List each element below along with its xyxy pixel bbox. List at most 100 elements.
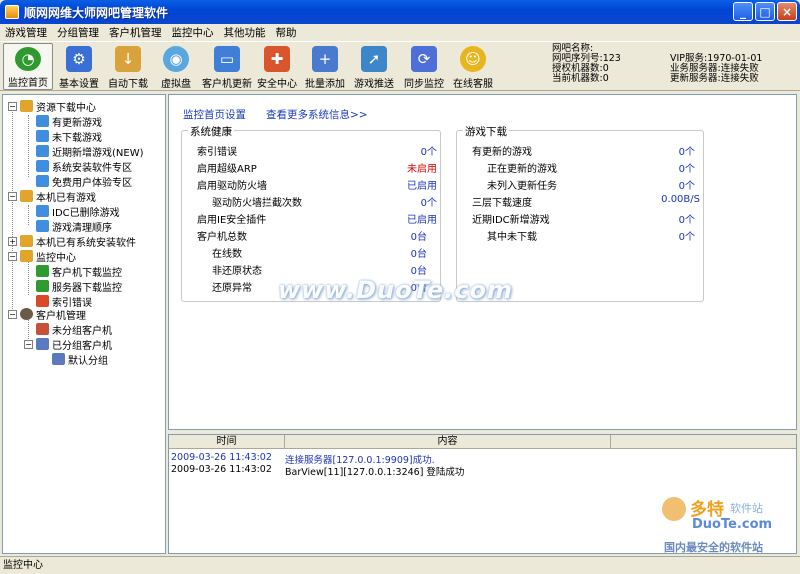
- minimize-button[interactable]: _: [733, 2, 753, 21]
- tree-free-trial[interactable]: 免费用户体验专区: [36, 174, 132, 189]
- gear-icon: ⚙: [66, 46, 92, 72]
- status-bar: 监控中心: [0, 556, 800, 574]
- log-header: 时间 内容: [169, 435, 796, 449]
- menu-other-functions[interactable]: 其他功能: [219, 25, 271, 40]
- download-row: 正在更新的游戏 0个: [487, 164, 695, 175]
- auto-download-button[interactable]: ↓ 自动下载: [105, 43, 151, 90]
- software-icon: [36, 160, 49, 172]
- download-row: 有更新的游戏 0个: [472, 147, 695, 158]
- add-icon: +: [312, 46, 338, 72]
- monitor-home-button[interactable]: ◔ 监控首页: [3, 43, 53, 90]
- tree-recent-new[interactable]: 近期新增游戏(NEW): [36, 144, 144, 159]
- expand-toggle[interactable]: −: [24, 340, 33, 349]
- menu-game-management[interactable]: 游戏管理: [0, 25, 52, 40]
- maximize-button[interactable]: □: [755, 2, 775, 21]
- download-row: 三层下载速度 0.00B/S: [472, 194, 700, 209]
- monitor-icon: [36, 280, 49, 292]
- tree-not-downloaded[interactable]: 未下载游戏: [36, 129, 102, 144]
- game-icon: [36, 145, 49, 157]
- computer-icon: [36, 323, 49, 335]
- tree-cleanup-order[interactable]: 游戏清理顺序: [36, 219, 112, 234]
- menu-bar: 游戏管理 分组管理 客户机管理 监控中心 其他功能 帮助: [0, 24, 800, 41]
- tree-local-software[interactable]: 本机已有系统安装软件: [20, 234, 136, 249]
- log-col-time[interactable]: 时间: [169, 435, 285, 449]
- tree-client-dl-monitor[interactable]: 客户机下载监控: [36, 264, 122, 279]
- log-row[interactable]: 2009-03-26 11:43:02 连接服务器[127.0.0.1:9909…: [169, 452, 435, 466]
- health-row: 驱动防火墙拦截次数 0个: [212, 198, 437, 209]
- sync-monitor-button[interactable]: ⟳ 同步监控: [401, 43, 447, 90]
- menu-client-management[interactable]: 客户机管理: [104, 25, 167, 40]
- game-icon: [36, 130, 49, 142]
- server-info: VIP服务:1970-01-01 业务服务器:连接失败 更新服务器:连接失败: [670, 54, 762, 84]
- download-row: 未列入更新任务 0个: [487, 181, 695, 192]
- tree-server-dl-monitor[interactable]: 服务器下载监控: [36, 279, 122, 294]
- expand-toggle[interactable]: −: [8, 192, 17, 201]
- system-health-title: 系统健康: [188, 124, 234, 139]
- tree-default-group[interactable]: 默认分组: [52, 352, 108, 367]
- update-server: 更新服务器:连接失败: [670, 73, 759, 84]
- game-icon: [36, 115, 49, 127]
- game-icon: [36, 220, 49, 232]
- group-icon: [52, 353, 65, 365]
- health-row: 启用IE安全插件 已启用: [197, 215, 437, 226]
- health-row: 启用驱动防火墙 已启用: [197, 181, 437, 192]
- monitor-icon: ▭: [214, 46, 240, 72]
- basic-settings-button[interactable]: ⚙ 基本设置: [56, 43, 102, 90]
- tree-sys-software[interactable]: 系统安装软件专区: [36, 159, 132, 174]
- health-row: 索引错误 0个: [197, 147, 437, 158]
- shield-icon: ✚: [264, 46, 290, 72]
- download-icon: ↓: [115, 46, 141, 72]
- expand-toggle[interactable]: +: [8, 237, 17, 246]
- duote-logo: 多特 软件站 DuoTe.com 国内最安全的软件站: [662, 495, 796, 555]
- folder-icon: [20, 235, 33, 247]
- log-row[interactable]: 2009-03-26 11:43:02 BarView[11][127.0.0.…: [169, 464, 464, 478]
- tree-ungrouped[interactable]: 未分组客户机: [36, 322, 112, 337]
- more-system-info-link[interactable]: 查看更多系统信息>>: [266, 107, 368, 122]
- tree-grouped[interactable]: 已分组客户机: [36, 337, 112, 352]
- health-row: 客户机总数 0台: [197, 232, 427, 243]
- virtual-disk-button[interactable]: ◉ 虚拟盘: [155, 43, 197, 90]
- security-center-button[interactable]: ✚ 安全中心: [256, 43, 298, 90]
- tree-client-mgmt[interactable]: 客户机管理: [20, 307, 86, 322]
- health-row: 在线数 0台: [212, 249, 427, 260]
- sync-icon: ⟳: [411, 46, 437, 72]
- navigation-tree: − 资源下载中心 有更新游戏 未下载游戏 近期新增游戏(NEW) 系统安装软件专…: [2, 94, 166, 554]
- window-title: 顺网网维大师网吧管理软件: [24, 5, 169, 20]
- title-bar: 顺网网维大师网吧管理软件 _ □ ×: [0, 0, 800, 24]
- software-icon: [36, 175, 49, 187]
- toolbar: ◔ 监控首页 ⚙ 基本设置 ↓ 自动下载 ◉ 虚拟盘 ▭ 客户机更新 ✚ 安全中…: [0, 41, 800, 91]
- menu-monitor-center[interactable]: 监控中心: [167, 25, 219, 40]
- close-button[interactable]: ×: [777, 2, 797, 21]
- tree-monitor-center[interactable]: 监控中心: [20, 249, 76, 264]
- tree-updated-games[interactable]: 有更新游戏: [36, 114, 102, 129]
- tree-local-games[interactable]: 本机已有游戏: [20, 189, 96, 204]
- computer-icon: [36, 338, 49, 350]
- game-icon: [36, 205, 49, 217]
- expand-toggle[interactable]: −: [8, 310, 17, 319]
- game-push-button[interactable]: ➚ 游戏推送: [351, 43, 397, 90]
- health-row: 非还原状态 0台: [212, 266, 427, 277]
- user-icon: [20, 308, 33, 320]
- tree-resources[interactable]: 资源下载中心: [20, 99, 96, 114]
- expand-toggle[interactable]: −: [8, 102, 17, 111]
- batch-add-button[interactable]: + 批量添加: [302, 43, 348, 90]
- expand-toggle[interactable]: −: [8, 252, 17, 261]
- log-col-content[interactable]: 内容: [285, 435, 611, 449]
- menu-group-management[interactable]: 分组管理: [52, 25, 104, 40]
- menu-help[interactable]: 帮助: [271, 25, 302, 40]
- app-icon: [5, 5, 19, 19]
- folder-icon: [20, 100, 33, 112]
- netbar-info: 网吧名称: 网吧序列号:123 授权机器数:0 当前机器数:0: [552, 44, 621, 84]
- monitor-settings-link[interactable]: 监控首页设置: [183, 107, 246, 122]
- tree-idc-deleted[interactable]: IDC已删除游戏: [36, 204, 120, 219]
- error-icon: [36, 295, 49, 307]
- disk-icon: ◉: [163, 46, 189, 72]
- client-update-button[interactable]: ▭ 客户机更新: [200, 43, 254, 90]
- watermark-text: www.DuoTe.com: [278, 276, 513, 304]
- monitor-home-panel: 监控首页设置 查看更多系统信息>> 系统健康 索引错误 0个 启用超级ARP 未启用…: [168, 94, 797, 430]
- download-row: 近期IDC新增游戏 0个: [472, 215, 695, 226]
- pie-chart-icon: ◔: [15, 47, 41, 71]
- online-support-button[interactable]: ☺ 在线客服: [450, 43, 496, 90]
- health-row: 启用超级ARP 未启用: [197, 164, 437, 175]
- current-count: 当前机器数:0: [552, 73, 609, 84]
